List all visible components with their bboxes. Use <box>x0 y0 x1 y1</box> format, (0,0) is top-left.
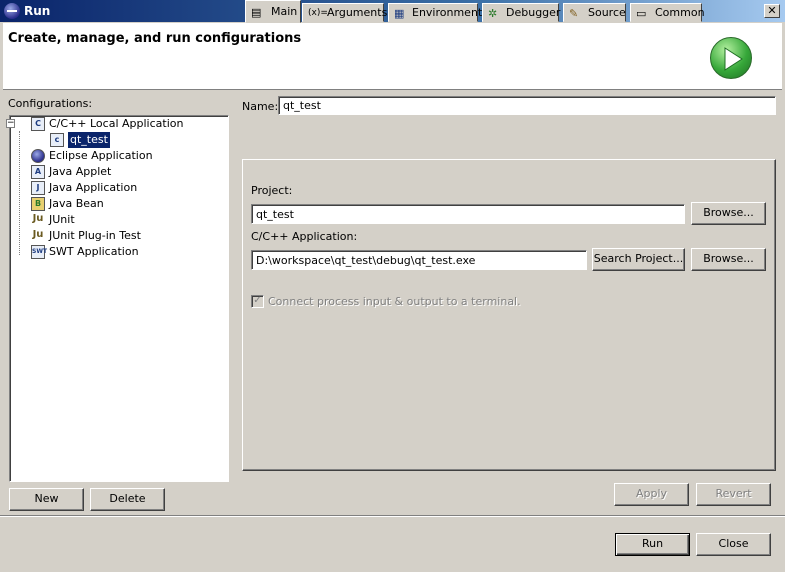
eclipse-icon <box>4 3 20 19</box>
java-bean-icon: B <box>31 197 45 211</box>
tree-lines <box>19 131 20 255</box>
environment-tab-icon: ▦ <box>394 7 405 20</box>
delete-button[interactable]: Delete <box>90 488 165 511</box>
java-applet-icon: A <box>31 165 45 179</box>
dialog-header: Create, manage, and run configurations <box>3 23 782 90</box>
tab-environment[interactable]: ▦ Environment <box>388 3 482 22</box>
main-tab-icon: ▤ <box>251 6 262 19</box>
dialog-heading: Create, manage, and run configurations <box>8 31 302 46</box>
tab-debugger[interactable]: ✲ Debugger <box>482 3 561 22</box>
tree-item-label: JUnit <box>49 213 75 226</box>
tab-label: Common <box>655 6 705 19</box>
tab-source[interactable]: ✎ Source <box>563 3 626 22</box>
tab-label: Arguments <box>327 6 388 19</box>
junit-icon: Ju <box>32 213 44 224</box>
footer-separator <box>0 515 785 517</box>
tree-item-label: qt_test <box>68 132 110 148</box>
tree-item-label: Eclipse Application <box>49 149 153 162</box>
tree-item-label: Java Bean <box>49 197 104 210</box>
window-title: Run <box>24 4 51 18</box>
junit-plugin-icon: Ju <box>32 229 44 240</box>
search-project-button[interactable]: Search Project... <box>592 248 685 271</box>
c-config-icon: c <box>50 133 64 147</box>
tab-label: Environment <box>412 6 483 19</box>
tree-item-label: SWT Application <box>49 245 139 258</box>
eclipse-icon <box>31 149 45 163</box>
tab-label: Debugger <box>506 6 561 19</box>
tab-common[interactable]: ▭ Common <box>630 3 705 22</box>
connect-terminal-checkbox[interactable]: ✓ <box>251 295 264 308</box>
tab-arguments[interactable]: (x)= Arguments <box>302 3 388 22</box>
source-tab-icon: ✎ <box>569 7 579 20</box>
arguments-tab-icon: (x)= <box>308 8 328 18</box>
new-button[interactable]: New <box>9 488 84 511</box>
name-input[interactable]: qt_test <box>278 96 776 115</box>
tree-collapse-icon[interactable]: − <box>6 119 15 128</box>
tree-item-label: Java Application <box>49 181 138 194</box>
project-browse-button[interactable]: Browse... <box>691 202 766 225</box>
connect-terminal-label: Connect process input & output to a term… <box>268 295 521 308</box>
window-close-button[interactable]: ✕ <box>764 4 780 18</box>
tab-label: Source <box>588 6 626 19</box>
project-label: Project: <box>251 184 293 197</box>
run-button[interactable]: Run <box>615 533 690 556</box>
project-input[interactable]: qt_test <box>251 204 685 224</box>
app-browse-button[interactable]: Browse... <box>691 248 766 271</box>
debugger-tab-icon: ✲ <box>488 7 498 20</box>
tree-item-label: JUnit Plug-in Test <box>49 229 141 242</box>
name-label: Name: <box>242 100 279 113</box>
java-app-icon: J <box>31 181 45 195</box>
c-app-icon: C <box>31 117 45 131</box>
tree-item-label: C/C++ Local Application <box>49 117 184 130</box>
close-button[interactable]: Close <box>696 533 771 556</box>
tree-item-label: Java Applet <box>49 165 112 178</box>
revert-button[interactable]: Revert <box>696 483 771 506</box>
cpp-application-input[interactable]: D:\workspace\qt_test\debug\qt_test.exe <box>251 250 587 270</box>
configurations-label: Configurations: <box>8 97 93 110</box>
cpp-application-label: C/C++ Application: <box>251 230 358 243</box>
run-logo-icon <box>710 37 752 79</box>
tab-main[interactable]: ▤ Main <box>245 0 301 23</box>
common-tab-icon: ▭ <box>636 7 647 20</box>
swt-icon: SWT <box>31 245 47 259</box>
apply-button[interactable]: Apply <box>614 483 689 506</box>
tab-label: Main <box>271 5 298 18</box>
